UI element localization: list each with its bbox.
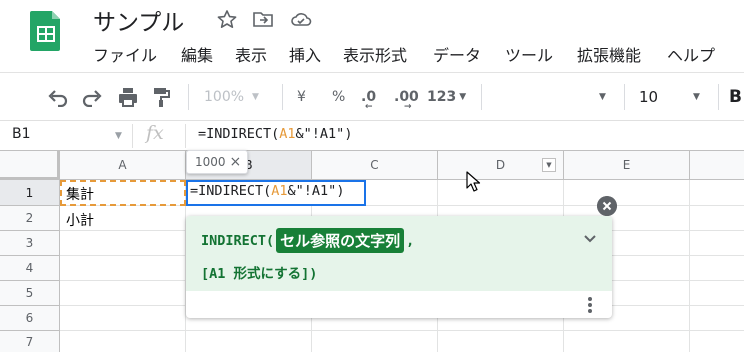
column-width-tooltip: 1000 × (186, 150, 248, 174)
formula-help-signature: INDIRECT( セル参照の文字列 , [A1 形式にする]) (186, 216, 612, 291)
optional-parameter: [A1 形式にする]) (201, 262, 317, 282)
font-family-dropdown-icon[interactable]: ▼ (599, 85, 606, 109)
menu-insert[interactable]: 挿入 (289, 42, 321, 66)
menu-edit[interactable]: 編集 (181, 42, 213, 66)
formula-help-popup: INDIRECT( セル参照の文字列 , [A1 形式にする]) (186, 216, 612, 318)
grid-line (689, 180, 690, 352)
sheets-logo-icon[interactable] (30, 9, 62, 53)
arrow-right-icon: → (404, 102, 412, 112)
row-header-5[interactable]: 5 (0, 281, 60, 306)
bold-button[interactable]: B (729, 85, 742, 109)
name-box[interactable]: B1 (12, 126, 31, 142)
more-vert-icon[interactable] (582, 296, 598, 314)
toolbar-separator (188, 84, 189, 110)
zoom-select[interactable]: 100% ▼ (204, 85, 259, 109)
menu-format[interactable]: 表示形式 (343, 42, 407, 66)
toolbar-separator (718, 84, 719, 110)
font-size-value[interactable]: 10 (639, 85, 658, 109)
zoom-value: 100% (204, 89, 245, 105)
grid-line (60, 330, 744, 331)
percent-button[interactable]: % (332, 85, 345, 109)
current-parameter: セル参照の文字列 (276, 228, 405, 253)
column-header-d[interactable]: D ▼ (438, 151, 564, 180)
redo-icon[interactable] (81, 87, 103, 107)
column-header-c[interactable]: C (312, 151, 438, 180)
row-header-1[interactable]: 1 (0, 180, 60, 206)
reference-highlight (60, 180, 186, 206)
decrease-decimal-button[interactable]: .0 ← (361, 85, 376, 112)
cell-editor[interactable]: =INDIRECT(A1&"!A1") (190, 183, 344, 199)
formula-suffix: &"!A1") (295, 126, 353, 142)
expand-chevron-icon[interactable] (582, 230, 598, 246)
mouse-cursor-icon (466, 171, 481, 192)
param-separator: , (406, 232, 415, 249)
column-width-value: 1000 (195, 155, 226, 169)
toolbar-separator (481, 84, 482, 110)
row-header-7[interactable]: 7 (0, 331, 60, 352)
column-header-a[interactable]: A (60, 151, 186, 180)
print-icon[interactable] (117, 86, 139, 108)
arrow-left-icon: ← (365, 102, 373, 112)
close-icon[interactable]: × (230, 154, 242, 170)
currency-button[interactable]: ¥ (297, 85, 306, 109)
function-name: INDIRECT( (201, 232, 275, 249)
editor-reference: A1 (271, 183, 288, 199)
move-to-folder-icon[interactable] (252, 9, 274, 29)
column-header-d-label: D (495, 158, 506, 172)
undo-icon[interactable] (47, 87, 69, 107)
column-menu-icon[interactable]: ▼ (542, 158, 556, 172)
formula-bar-divider (0, 120, 744, 121)
menu-data[interactable]: データ (433, 42, 481, 66)
column-header-f[interactable] (690, 151, 744, 180)
select-all-corner[interactable] (0, 151, 60, 180)
document-title[interactable]: サンプル (93, 3, 184, 37)
formula-help-syntax: INDIRECT( セル参照の文字列 , (201, 228, 414, 253)
formula-input[interactable]: =INDIRECT(A1&"!A1") (198, 126, 352, 142)
row-header-6[interactable]: 6 (0, 306, 60, 331)
editor-prefix: =INDIRECT( (190, 183, 272, 199)
more-formats-button[interactable]: 123 ▼ (427, 85, 466, 109)
menu-view[interactable]: 表示 (235, 42, 267, 66)
more-formats-label: 123 (427, 89, 457, 105)
editor-suffix: &"!A1") (287, 183, 345, 199)
formula-bar-separator (132, 124, 133, 148)
increase-decimal-button[interactable]: .00 → (394, 85, 419, 112)
fx-icon: fx (146, 122, 164, 144)
close-icon[interactable] (597, 196, 617, 216)
menu-file[interactable]: ファイル (93, 42, 157, 66)
menu-tools[interactable]: ツール (505, 42, 553, 66)
toolbar-separator (282, 84, 283, 110)
font-size-dropdown-icon[interactable]: ▼ (693, 85, 700, 109)
menu-extensions[interactable]: 拡張機能 (577, 42, 641, 66)
cloud-saved-icon[interactable] (290, 9, 312, 29)
formula-prefix: =INDIRECT( (198, 126, 280, 142)
chevron-down-icon: ▼ (459, 92, 467, 102)
star-icon[interactable] (216, 9, 238, 29)
row-header-2[interactable]: 2 (0, 206, 60, 231)
row-header-3[interactable]: 3 (0, 231, 60, 256)
toolbar-divider (0, 72, 744, 73)
optional-close: ]) (301, 266, 318, 282)
formula-reference: A1 (279, 126, 296, 142)
menu-help[interactable]: ヘルプ (667, 42, 715, 66)
optional-open: [A1 (201, 266, 234, 282)
formula-bar-separator (185, 124, 186, 148)
optional-parameter-name: 形式にする (233, 266, 302, 282)
paint-format-icon[interactable] (151, 86, 171, 108)
chevron-down-icon: ▼ (252, 92, 259, 102)
chevron-down-icon[interactable]: ▼ (115, 131, 122, 141)
cell-a2[interactable]: 小計 (66, 210, 94, 230)
row-header-4[interactable]: 4 (0, 256, 60, 281)
toolbar-separator (624, 84, 625, 110)
column-header-e[interactable]: E (564, 151, 690, 180)
